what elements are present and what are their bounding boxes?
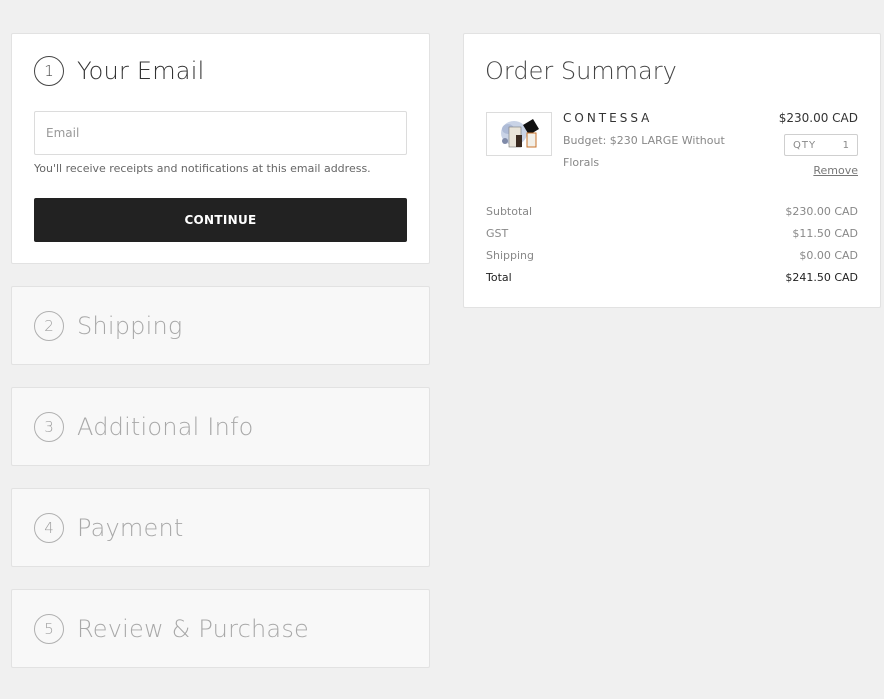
order-summary-title: Order Summary <box>485 57 677 85</box>
gift-box-thumbnail-icon <box>501 119 539 148</box>
remove-item-link[interactable]: Remove <box>813 164 858 177</box>
step-title-payment: Payment <box>77 514 184 542</box>
qty-value[interactable]: 1 <box>843 140 849 151</box>
step-number-3: 3 <box>34 412 64 442</box>
review-step-header: 5 Review & Purchase <box>34 614 309 644</box>
step-title-additional-info: Additional Info <box>77 413 254 441</box>
shipping-step-panel[interactable]: 2 Shipping <box>11 286 430 365</box>
email-helper-text: You'll receive receipts and notification… <box>34 162 371 175</box>
gst-row: GST $11.50 CAD <box>486 223 858 245</box>
step-title-shipping: Shipping <box>77 312 183 340</box>
additional-info-step-panel[interactable]: 3 Additional Info <box>11 387 430 466</box>
email-field[interactable] <box>34 111 407 155</box>
total-label: Total <box>486 271 512 284</box>
review-step-panel[interactable]: 5 Review & Purchase <box>11 589 430 668</box>
shipping-cost-value: $0.00 CAD <box>799 249 858 262</box>
subtotal-value: $230.00 CAD <box>785 205 858 218</box>
step-title-review: Review & Purchase <box>77 615 309 643</box>
step-number-4: 4 <box>34 513 64 543</box>
qty-label: QTY <box>793 139 817 151</box>
total-row: Total $241.50 CAD <box>486 267 858 289</box>
product-name[interactable]: CONTESSA <box>563 111 652 125</box>
gst-label: GST <box>486 227 509 240</box>
gst-value: $11.50 CAD <box>792 227 858 240</box>
product-price: $230.00 CAD <box>778 111 858 125</box>
shipping-cost-row: Shipping $0.00 CAD <box>486 245 858 267</box>
product-description: Budget: $230 LARGE Without Florals <box>563 134 725 169</box>
step-title-email: Your Email <box>77 57 205 85</box>
payment-step-header: 4 Payment <box>34 513 183 543</box>
product-thumbnail <box>486 112 552 156</box>
additional-info-step-header: 3 Additional Info <box>34 412 254 442</box>
order-summary-panel: Order Summary CONTESSA Budget: $230 LARG… <box>463 33 881 308</box>
step-number-1: 1 <box>34 56 64 86</box>
shipping-step-header: 2 Shipping <box>34 311 182 341</box>
continue-button[interactable]: CONTINUE <box>34 198 407 242</box>
step-number-2: 2 <box>34 311 64 341</box>
subtotal-row: Subtotal $230.00 CAD <box>486 201 858 223</box>
total-value: $241.50 CAD <box>785 271 858 284</box>
order-totals: Subtotal $230.00 CAD GST $11.50 CAD Ship… <box>486 201 858 289</box>
payment-step-panel[interactable]: 4 Payment <box>11 488 430 567</box>
shipping-cost-label: Shipping <box>486 249 534 262</box>
subtotal-label: Subtotal <box>486 205 533 218</box>
step-number-5: 5 <box>34 614 64 644</box>
email-step-panel: 1 Your Email You'll receive receipts and… <box>11 33 430 264</box>
quantity-stepper[interactable]: QTY 1 <box>784 134 858 156</box>
email-step-header: 1 Your Email <box>34 56 204 86</box>
